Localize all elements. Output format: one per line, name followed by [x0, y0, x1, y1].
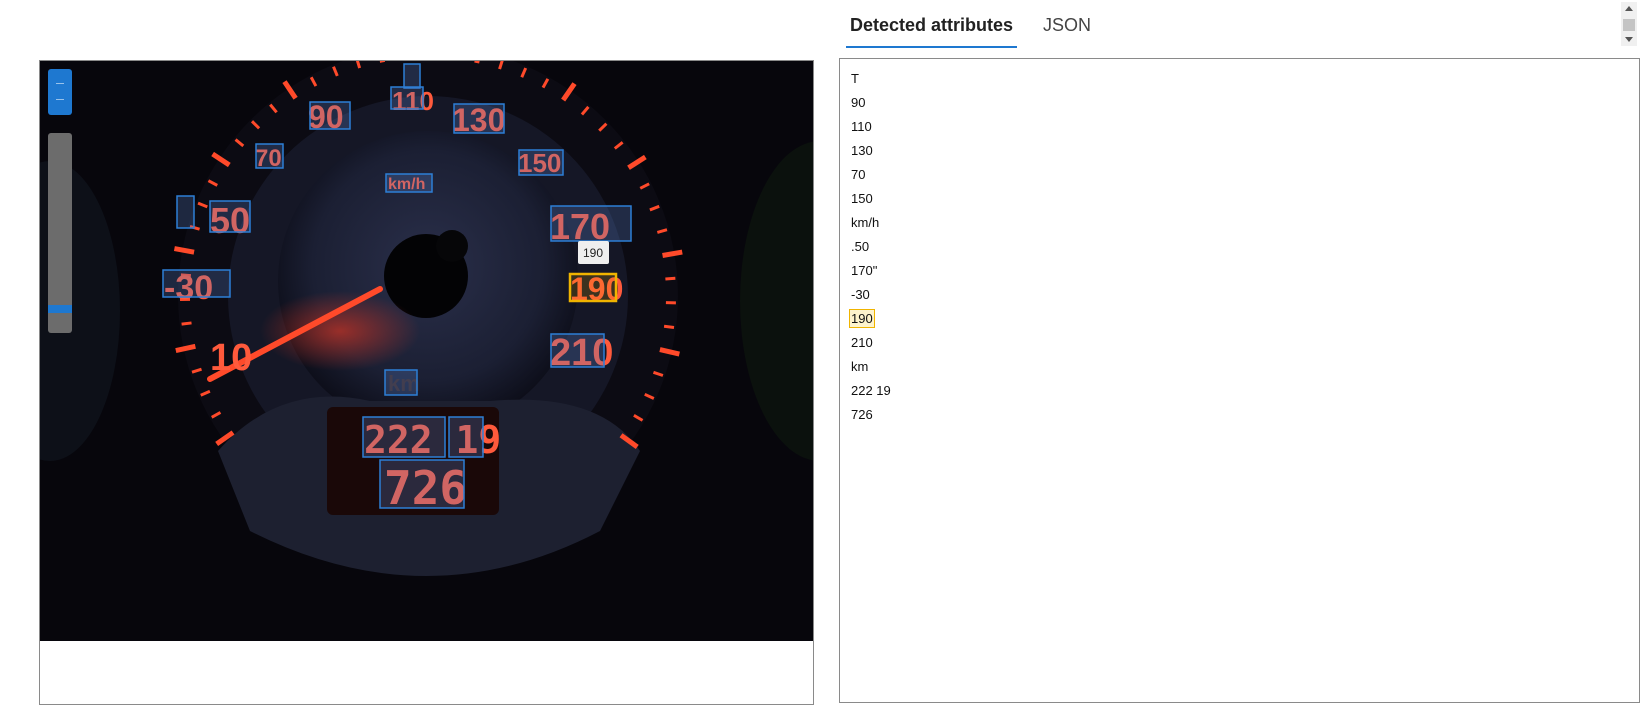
- attribute-text[interactable]: T: [850, 70, 860, 87]
- tab-json[interactable]: JSON: [1039, 8, 1095, 48]
- list-item-highlighted: 190: [849, 307, 1639, 331]
- list-item: .50: [850, 235, 1639, 259]
- detection-box-t[interactable]: [403, 63, 421, 89]
- list-item: km/h: [850, 211, 1639, 235]
- detection-box-150[interactable]: [518, 149, 564, 176]
- speedometer-image: 10 -30 50 70 90 110 130 150 170 190 210 …: [40, 61, 813, 641]
- list-item: 170": [850, 259, 1639, 283]
- gauge-tick: [181, 321, 192, 326]
- gauge-tick: [663, 324, 675, 329]
- detection-box-30[interactable]: [162, 269, 231, 298]
- attribute-text-highlighted[interactable]: 190: [849, 309, 875, 328]
- list-item: 210: [850, 331, 1639, 355]
- attributes-panel: T 90 110 130 70 150 km/h .50 170" -30 19…: [839, 58, 1640, 703]
- zoom-button[interactable]: [48, 69, 72, 115]
- list-item: km: [850, 355, 1639, 379]
- detection-box-130[interactable]: [453, 103, 505, 134]
- detection-box-190-highlighted[interactable]: [568, 272, 618, 303]
- detection-box-210[interactable]: [550, 333, 605, 368]
- list-item: 90: [850, 91, 1639, 115]
- image-viewer[interactable]: 10 -30 50 70 90 110 130 150 170 190 210 …: [40, 61, 813, 641]
- detection-box-19[interactable]: [448, 416, 484, 458]
- list-item: 150: [850, 187, 1639, 211]
- detection-box-km[interactable]: [384, 369, 418, 396]
- image-caption-area: [40, 641, 813, 704]
- attribute-text[interactable]: 170": [850, 262, 878, 279]
- zoom-slider-thumb[interactable]: [48, 305, 72, 313]
- detection-box-222[interactable]: [362, 416, 446, 458]
- attribute-text[interactable]: -30: [850, 286, 871, 303]
- attribute-text[interactable]: 130: [850, 142, 874, 159]
- svg-text:190: 190: [583, 246, 603, 260]
- gauge-tick: [665, 276, 676, 281]
- detection-box-70[interactable]: [255, 143, 284, 169]
- scrollbar-thumb[interactable]: [1623, 19, 1635, 31]
- attribute-text[interactable]: 210: [850, 334, 874, 351]
- list-item: 222 19: [850, 379, 1639, 403]
- detection-box-90[interactable]: [309, 101, 351, 130]
- list-item: T: [850, 67, 1639, 91]
- attribute-text[interactable]: 90: [850, 94, 866, 111]
- scrollbar[interactable]: [1621, 2, 1637, 46]
- attribute-text[interactable]: 150: [850, 190, 874, 207]
- detection-box-dot-50[interactable]: [176, 195, 195, 229]
- detection-box-110[interactable]: [390, 86, 424, 110]
- attribute-text[interactable]: .50: [850, 238, 870, 255]
- image-panel: 10 -30 50 70 90 110 130 150 170 190 210 …: [39, 60, 814, 705]
- detection-box-726[interactable]: [379, 459, 465, 509]
- scroll-down-arrow-icon[interactable]: [1625, 37, 1633, 42]
- tab-detected-attributes[interactable]: Detected attributes: [846, 8, 1018, 48]
- attribute-text[interactable]: km: [850, 358, 869, 375]
- box-tooltip: 190: [578, 241, 609, 264]
- zoom-controls: [48, 69, 72, 333]
- list-item: 70: [850, 163, 1639, 187]
- attribute-text[interactable]: 110: [850, 118, 873, 135]
- attribute-text[interactable]: 70: [850, 166, 866, 183]
- list-item: -30: [850, 283, 1639, 307]
- gauge-label-10: 10: [210, 337, 252, 379]
- detection-box-50[interactable]: [209, 200, 251, 233]
- detection-box-170[interactable]: [550, 205, 632, 242]
- attribute-text[interactable]: km/h: [850, 214, 880, 231]
- attribute-text[interactable]: 222 19: [850, 382, 892, 399]
- list-item: 726: [850, 403, 1639, 427]
- zoom-slider[interactable]: [48, 133, 72, 333]
- detection-box-km-h[interactable]: [385, 173, 433, 193]
- attributes-list: T 90 110 130 70 150 km/h .50 170" -30 19…: [840, 59, 1639, 427]
- list-item: 130: [850, 139, 1639, 163]
- gauge-tick: [662, 249, 683, 258]
- scroll-up-arrow-icon[interactable]: [1625, 6, 1633, 11]
- result-tabs: Detected attributes JSON: [846, 8, 1117, 48]
- list-item: 110: [850, 115, 1639, 139]
- attribute-text[interactable]: 726: [850, 406, 874, 423]
